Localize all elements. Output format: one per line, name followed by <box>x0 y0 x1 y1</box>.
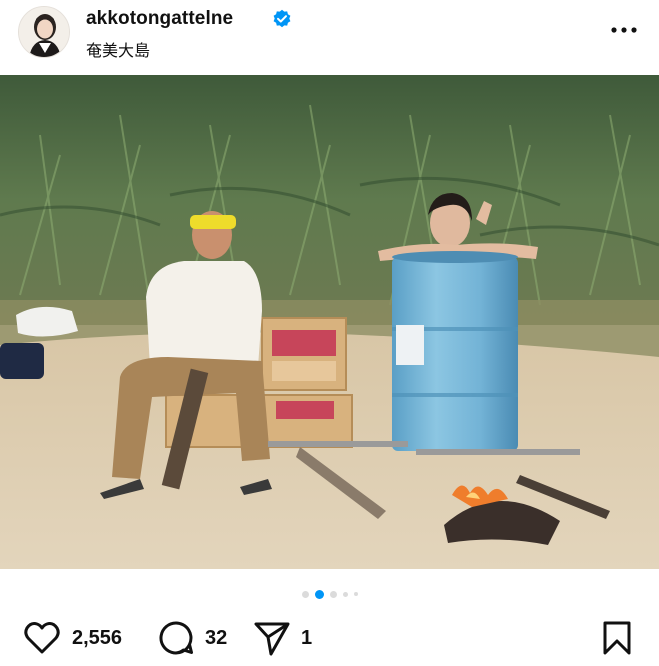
photo-image <box>0 75 659 569</box>
post-photo[interactable] <box>0 75 659 569</box>
comment-count[interactable]: 32 <box>205 627 227 650</box>
action-bar: 2,556 32 1 <box>0 615 659 661</box>
carousel-dot <box>353 592 358 596</box>
carousel-dot <box>342 591 348 597</box>
carousel-indicator <box>0 588 659 600</box>
location-label[interactable]: 奄美大島 <box>86 37 150 61</box>
bookmark-icon[interactable] <box>600 621 634 655</box>
avatar[interactable] <box>18 6 70 58</box>
send-icon <box>254 622 290 656</box>
like-button[interactable]: 2,556 <box>22 615 122 661</box>
carousel-dot-active <box>314 589 324 599</box>
share-button[interactable]: 1 <box>253 615 312 661</box>
more-horizontal-icon[interactable] <box>608 18 640 42</box>
post-header: akkotongattelne 奄美大島 <box>0 0 659 75</box>
comment-button[interactable]: 32 <box>157 615 227 661</box>
like-count[interactable]: 2,556 <box>72 627 122 650</box>
heart-icon <box>24 622 60 654</box>
verified-badge-icon <box>273 9 291 28</box>
share-count[interactable]: 1 <box>301 627 312 650</box>
username[interactable]: akkotongattelne <box>86 8 233 30</box>
carousel-dot <box>301 590 309 598</box>
comment-icon <box>159 621 193 655</box>
avatar-image <box>19 7 69 57</box>
carousel-dot <box>329 590 337 598</box>
